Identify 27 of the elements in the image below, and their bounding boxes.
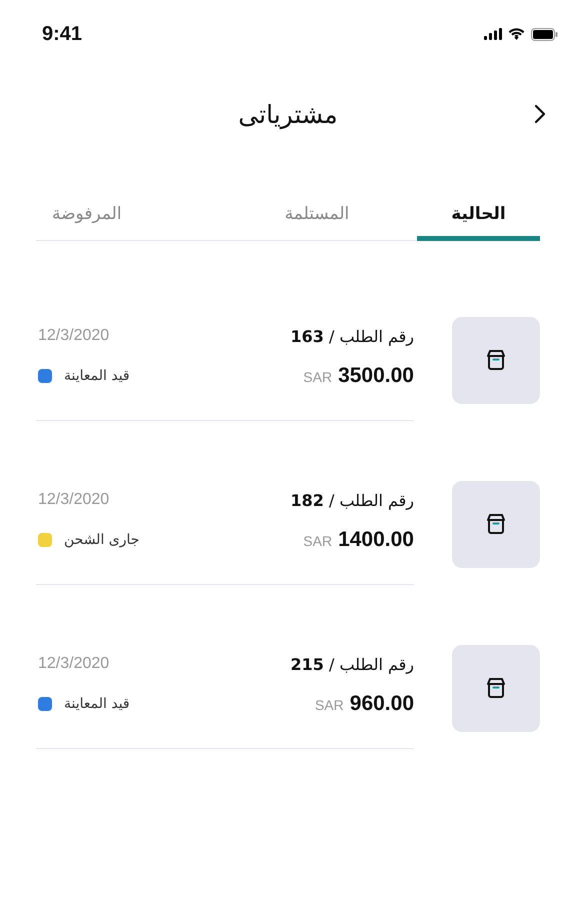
currency-label: SAR xyxy=(314,696,344,712)
box-icon xyxy=(485,513,507,535)
battery-icon xyxy=(531,28,558,40)
tab[interactable]: الحالية xyxy=(417,204,540,241)
status-label: قيد المعاينة xyxy=(64,696,130,712)
order-amount: 1400.00 xyxy=(338,528,414,552)
order-date: 12/3/2020 xyxy=(38,491,110,509)
order-date: 12/3/2020 xyxy=(38,327,110,345)
order-amount: 960.00 xyxy=(350,692,414,716)
status-label: جارى الشحن xyxy=(64,532,140,548)
status-time: 9:41 xyxy=(42,22,82,46)
package-tile[interactable] xyxy=(452,316,540,404)
order-amount: 3500.00 xyxy=(338,364,414,388)
wifi-icon xyxy=(508,28,525,40)
currency-label: SAR xyxy=(303,532,332,548)
back-chevron-icon[interactable] xyxy=(534,104,546,124)
package-tile[interactable] xyxy=(452,644,540,732)
tab[interactable]: المرفوضة xyxy=(36,204,217,241)
currency-label: SAR xyxy=(303,368,332,384)
status-label: قيد المعاينة xyxy=(64,368,130,384)
tab[interactable]: المستلمة xyxy=(217,204,417,241)
box-icon xyxy=(485,349,507,371)
box-icon xyxy=(485,677,507,699)
page-title: مشترياتى xyxy=(238,100,338,128)
signal-icon xyxy=(484,28,502,40)
order-date: 12/3/2020 xyxy=(38,655,110,673)
package-tile[interactable] xyxy=(452,480,540,568)
